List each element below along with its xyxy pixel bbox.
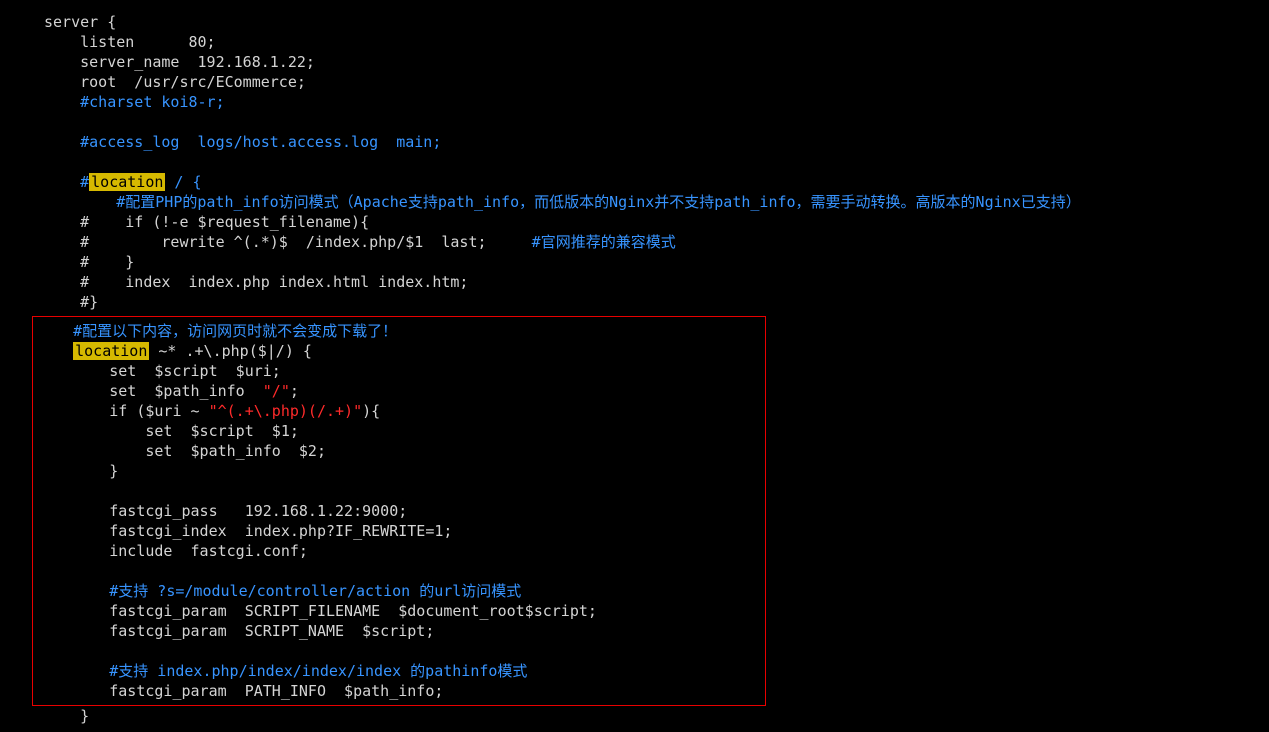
highlight-location-2: location bbox=[73, 342, 149, 360]
line-10: #配置PHP的path_info访问模式（Apache支持path_info，而… bbox=[44, 193, 1081, 211]
box-line-7: set $path_info $2; bbox=[37, 442, 326, 460]
box-line-8: } bbox=[37, 462, 118, 480]
code-block: server { listen 80; server_name 192.168.… bbox=[0, 0, 1225, 726]
box-line-4c: ; bbox=[290, 382, 299, 400]
box-line-12: include fastcgi.conf; bbox=[37, 542, 308, 560]
box-line-19: fastcgi_param PATH_INFO $path_info; bbox=[37, 682, 443, 700]
highlighted-box: #配置以下内容，访问网页时就不会变成下载了！ location ~* .+\.p… bbox=[32, 316, 766, 706]
line-15: #} bbox=[44, 293, 98, 311]
line-9a: # bbox=[44, 173, 89, 191]
highlighted-box-wrap: #配置以下内容，访问网页时就不会变成下载了！ location ~* .+\.p… bbox=[44, 316, 1225, 706]
line-1: server { bbox=[44, 13, 116, 31]
box-line-5a: if ($uri ~ bbox=[37, 402, 209, 420]
box-line-14: #支持 ?s=/module/controller/action 的url访问模… bbox=[37, 582, 521, 600]
box-line-4a: set $path_info bbox=[37, 382, 263, 400]
line-7: #access_log logs/host.access.log main; bbox=[44, 133, 441, 151]
config-code: server { listen 80; server_name 192.168.… bbox=[44, 12, 1225, 726]
line-13: # } bbox=[44, 253, 134, 271]
box-line-10: fastcgi_pass 192.168.1.22:9000; bbox=[37, 502, 407, 520]
box-line-15: fastcgi_param SCRIPT_FILENAME $document_… bbox=[37, 602, 597, 620]
line-9c: / { bbox=[165, 173, 201, 191]
line-5: #charset koi8-r; bbox=[44, 93, 225, 111]
line-3: server_name 192.168.1.22; bbox=[44, 53, 315, 71]
box-line-2a bbox=[37, 342, 73, 360]
box-line-5c: ){ bbox=[362, 402, 380, 420]
box-line-11: fastcgi_index index.php?IF_REWRITE=1; bbox=[37, 522, 452, 540]
line-12b: #官网推荐的兼容模式 bbox=[532, 233, 676, 251]
line-2: listen 80; bbox=[44, 33, 216, 51]
line-14: # index index.php index.html index.htm; bbox=[44, 273, 468, 291]
line-12a: # rewrite ^(.*)$ /index.php/$1 last; bbox=[44, 233, 532, 251]
line-4: root /usr/src/ECommerce; bbox=[44, 73, 306, 91]
line-11: # if (!-e $request_filename){ bbox=[44, 213, 369, 231]
box-line-18: #支持 index.php/index/index/index 的pathinf… bbox=[37, 662, 527, 680]
after-line-1: } bbox=[44, 707, 89, 725]
box-line-16: fastcgi_param SCRIPT_NAME $script; bbox=[37, 622, 434, 640]
box-line-6: set $script $1; bbox=[37, 422, 299, 440]
highlight-location-1: location bbox=[89, 173, 165, 191]
box-line-3: set $script $uri; bbox=[37, 362, 281, 380]
string-2: "^(.+\.php)(/.+)" bbox=[209, 402, 363, 420]
box-line-1: #配置以下内容，访问网页时就不会变成下载了！ bbox=[37, 322, 397, 340]
string-1: "/" bbox=[263, 382, 290, 400]
box-line-2c: ~* .+\.php($|/) { bbox=[149, 342, 312, 360]
